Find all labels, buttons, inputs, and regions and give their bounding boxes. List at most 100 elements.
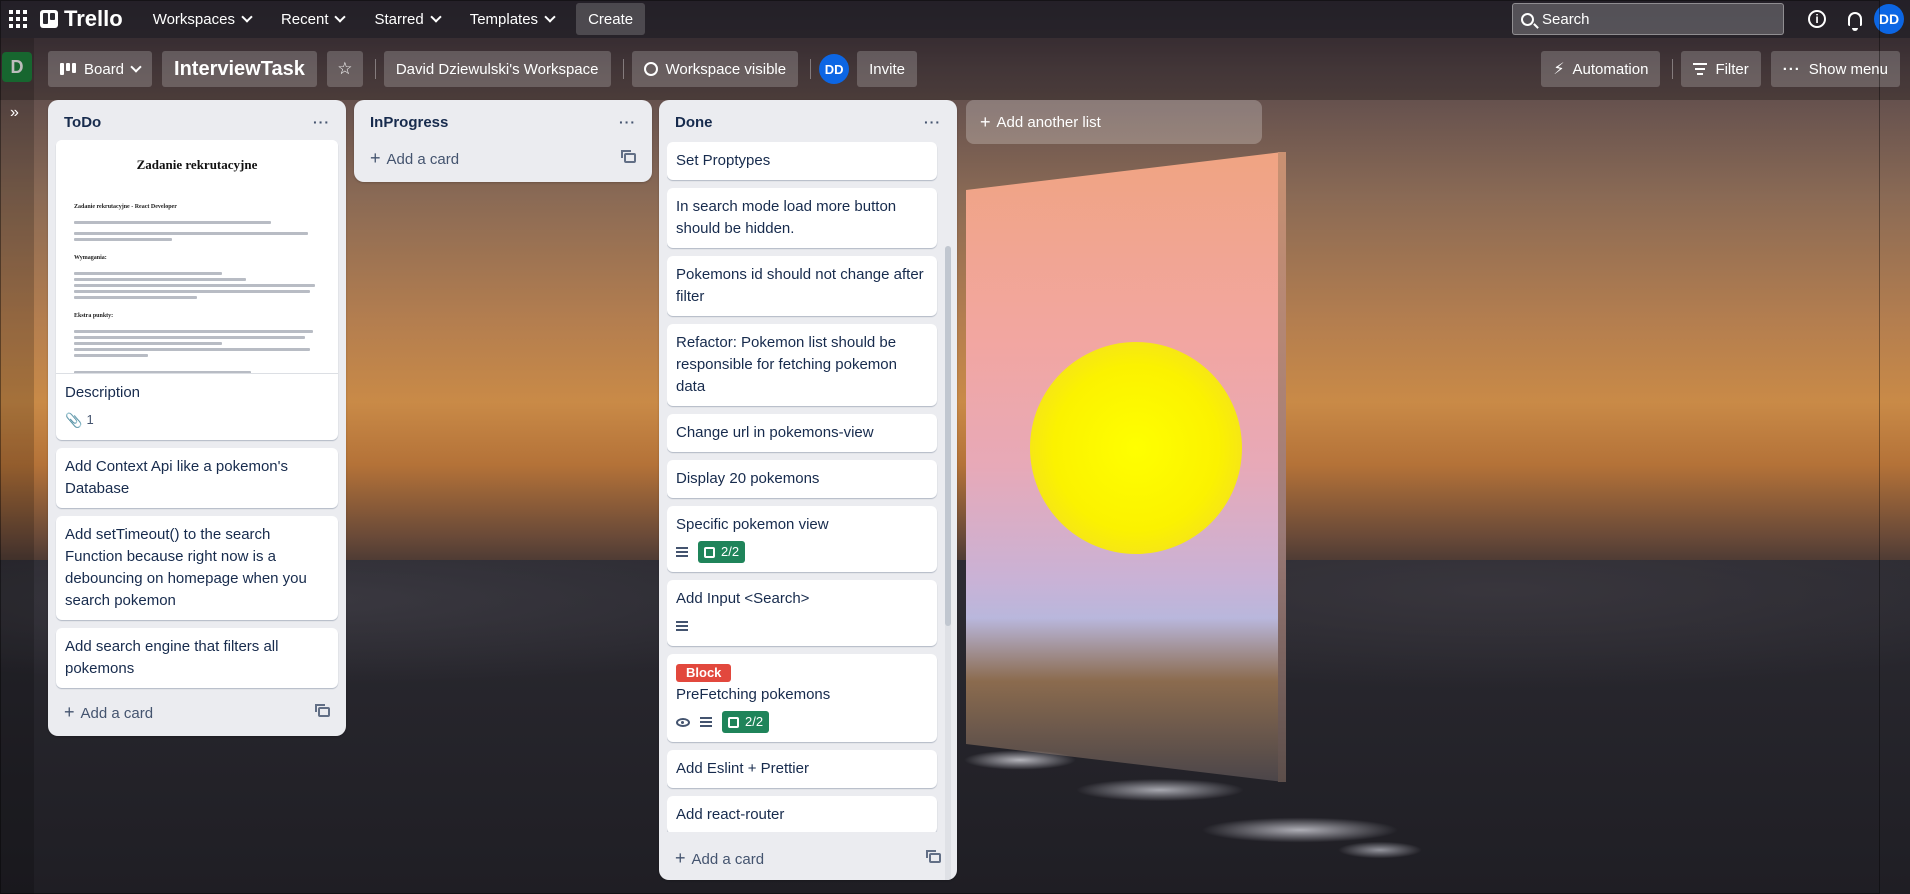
card-item[interactable]: Add Context Api like a pokemon's Databas…	[56, 448, 338, 508]
list-menu-icon[interactable]: ···	[619, 114, 636, 130]
list-menu-icon[interactable]: ···	[924, 114, 941, 130]
background-sun	[1030, 342, 1242, 554]
list-menu-icon[interactable]: ···	[313, 114, 330, 130]
checklist-icon	[704, 546, 715, 558]
workspace-name-button[interactable]: David Dziewulski's Workspace	[383, 51, 611, 87]
member-avatar[interactable]: DD	[819, 54, 850, 84]
create-button[interactable]: Create	[576, 3, 646, 35]
card-item[interactable]: Pokemons id should not change after filt…	[667, 256, 937, 316]
add-card-row: + Add a card	[667, 842, 949, 874]
plus-icon: +	[675, 847, 686, 868]
card-description[interactable]: Zadanie rekrutacyjne Zadanie rekrutacyjn…	[56, 140, 338, 440]
information-button[interactable]: i	[1806, 8, 1828, 30]
nav-starred-label: Starred	[374, 10, 424, 28]
search-icon	[1521, 12, 1534, 26]
card-item[interactable]: Set Proptypes	[667, 142, 937, 180]
card-item[interactable]: In search mode load more button should b…	[667, 188, 937, 248]
header-divider	[374, 59, 376, 79]
plus-icon: +	[370, 147, 381, 168]
board-header: Board InterviewTask ☆ David Dziewulski's…	[0, 38, 1910, 100]
nav-workspaces[interactable]: Workspaces	[141, 3, 263, 35]
card-item[interactable]: Add Input <Search>	[667, 580, 937, 646]
card-title: Add setTimeout() to the search Function …	[65, 526, 307, 609]
list-header: InProgress ···	[362, 108, 644, 136]
card-title: Pokemons id should not change after filt…	[676, 266, 924, 305]
filter-icon	[1693, 63, 1708, 75]
chevron-down-icon	[130, 61, 142, 73]
list-title[interactable]: InProgress	[370, 114, 448, 131]
star-board-button[interactable]: ☆	[326, 51, 363, 87]
app-switcher-icon[interactable]	[6, 7, 30, 31]
filter-label: Filter	[1715, 60, 1749, 78]
board-title[interactable]: InterviewTask	[162, 51, 317, 87]
card-item[interactable]: Add react-router	[667, 796, 937, 832]
card-title: Add Eslint + Prettier	[676, 760, 809, 777]
add-another-list-button[interactable]: + Add another list	[966, 100, 1262, 144]
card-title: In search mode load more button should b…	[676, 198, 897, 237]
list-todo: ToDo ··· Zadanie rekrutacyjne Zadanie re…	[48, 100, 346, 736]
card-item[interactable]: Refactor: Pokemon list should be respons…	[667, 324, 937, 406]
watch-icon	[676, 717, 690, 727]
card-badges	[676, 614, 928, 638]
automation-button[interactable]: ⚡ Automation	[1541, 51, 1661, 87]
create-from-template-icon[interactable]	[926, 850, 941, 863]
search-input[interactable]	[1542, 10, 1762, 28]
card-title: Add Context Api like a pokemon's Databas…	[65, 458, 288, 497]
create-from-template-icon[interactable]	[315, 704, 330, 717]
add-card-button[interactable]: + Add a card	[370, 148, 459, 169]
card-label[interactable]: Block	[676, 664, 732, 682]
add-card-button[interactable]: + Add a card	[675, 848, 764, 869]
list-title[interactable]: Done	[675, 114, 713, 131]
card-item[interactable]: Display 20 pokemons	[667, 460, 937, 498]
card-item[interactable]: Add setTimeout() to the search Function …	[56, 516, 338, 620]
paperclip-icon: 📎	[65, 412, 83, 428]
card-cover-image: Zadanie rekrutacyjne Zadanie rekrutacyjn…	[56, 140, 338, 374]
checklist-count: 2/2	[745, 714, 764, 729]
list-title[interactable]: ToDo	[64, 114, 101, 131]
list-header: ToDo ···	[56, 108, 338, 136]
board-view-switcher[interactable]: Board	[48, 51, 153, 87]
card-item[interactable]: Specific pokemon view 2/2	[667, 506, 937, 572]
nav-recent[interactable]: Recent	[269, 3, 357, 35]
list-cards-scroll[interactable]: Set Proptypes In search mode load more b…	[667, 142, 949, 832]
workspace-sidebar-collapsed	[0, 38, 34, 894]
add-card-row: + Add a card	[362, 142, 644, 174]
cover-doc-extra: Ekstra punkty:	[74, 313, 114, 319]
invite-button[interactable]: Invite	[857, 51, 917, 87]
add-card-row: + Add a card	[56, 696, 338, 728]
board-view-label: Board	[84, 60, 125, 78]
card-item[interactable]: Block PreFetching pokemons 2/2	[667, 654, 937, 742]
attachment-count: 1	[86, 412, 94, 427]
show-menu-label: Show menu	[1808, 60, 1888, 78]
header-divider	[622, 59, 624, 79]
visibility-label: Workspace visible	[665, 60, 787, 78]
show-menu-button[interactable]: ··· Show menu	[1770, 51, 1900, 87]
description-icon	[676, 621, 688, 631]
background-shards	[960, 740, 1450, 860]
list-scrollbar-thumb[interactable]	[945, 246, 951, 626]
star-icon: ☆	[337, 59, 353, 78]
visibility-button[interactable]: Workspace visible	[631, 51, 799, 87]
info-icon: i	[1808, 10, 1826, 28]
nav-templates[interactable]: Templates	[458, 3, 566, 35]
filter-button[interactable]: Filter	[1681, 51, 1761, 87]
people-icon	[643, 62, 658, 76]
create-from-template-icon[interactable]	[621, 150, 636, 163]
notifications-button[interactable]	[1844, 8, 1866, 31]
nav-starred[interactable]: Starred	[362, 3, 451, 35]
more-icon: ···	[1782, 60, 1801, 78]
search-box[interactable]	[1512, 3, 1784, 35]
card-title: Set Proptypes	[676, 152, 771, 169]
card-item[interactable]: Add Eslint + Prettier	[667, 750, 937, 788]
trello-logo[interactable]: Trello	[40, 6, 123, 32]
account-avatar[interactable]: DD	[1874, 4, 1904, 34]
expand-sidebar-icon[interactable]: »	[10, 104, 19, 122]
add-card-button[interactable]: + Add a card	[64, 702, 153, 723]
trello-logo-icon	[40, 10, 58, 28]
trello-logo-text: Trello	[64, 6, 123, 31]
card-item[interactable]: Change url in pokemons-view	[667, 414, 937, 452]
plus-icon: +	[64, 701, 75, 722]
list-done: Done ··· Set Proptypes In search mode lo…	[659, 100, 957, 880]
card-title: PreFetching pokemons	[676, 686, 831, 703]
card-item[interactable]: Add search engine that filters all pokem…	[56, 628, 338, 688]
